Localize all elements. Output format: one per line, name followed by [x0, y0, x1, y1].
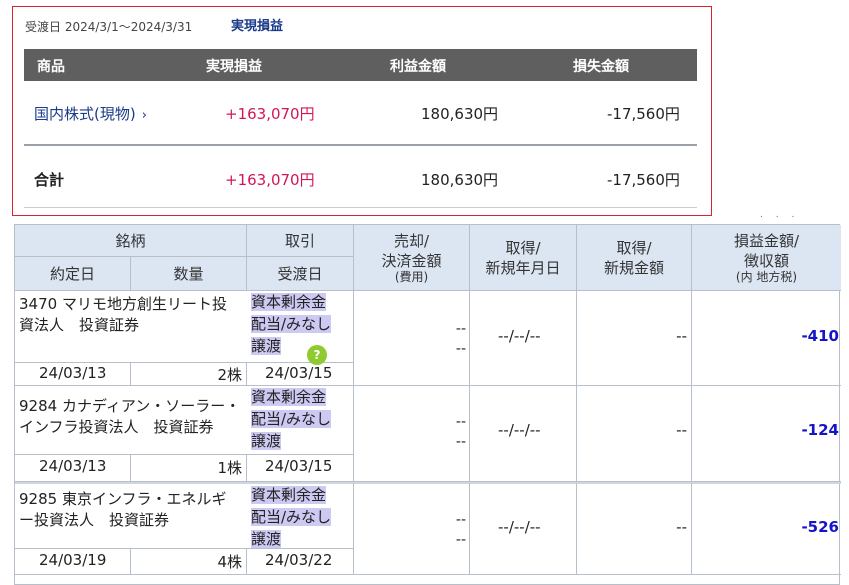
col-acquire-date: 取得/新規年月日 — [470, 225, 577, 291]
acquire-date: --/--/-- — [498, 518, 541, 536]
chevron-right-icon: › — [141, 108, 147, 123]
realized-pl-summary: 受渡日 2024/3/1〜2024/3/31 実現損益 商品 実現損益 利益金額… — [12, 6, 712, 216]
col-torihiki: 取引 — [247, 225, 354, 257]
sale-amount: -- -- — [455, 512, 466, 548]
total-realized: +163,070円 — [225, 171, 315, 189]
transaction-type: 資本剰余金 配当/みなし 譲渡 — [251, 486, 332, 548]
summary-divider — [24, 144, 697, 146]
col-meigara: 銘柄 — [15, 225, 247, 257]
summary-bottom-divider — [24, 207, 697, 208]
col-profit: 利益金額 — [390, 59, 446, 75]
col-acquire-amount: 取得/新規金額 — [577, 225, 692, 291]
table-row-2-trade-date: 24/03/13 — [15, 455, 131, 482]
col-trade-date: 約定日 — [15, 257, 131, 291]
table-row-2-settle-date: 24/03/15 — [247, 455, 354, 482]
table-row-1-qty: 2株 — [131, 363, 247, 386]
table-row-2-acq-date: --/--/-- — [470, 386, 577, 482]
profit-loss-value: -410 — [801, 327, 839, 345]
table-row-1-acq-amount: -- — [577, 291, 692, 386]
table-row-3-pl: -526 — [692, 482, 841, 575]
summary-header: 商品 実現損益 利益金額 損失金額 — [24, 49, 697, 81]
realized-pl-detail-table: 銘柄 取引 売却/決済金額 (費用) 取得/新規年月日 取得/新規金額 損益金額/… — [14, 224, 841, 585]
total-label: 合計 — [34, 171, 65, 189]
table-row-2-acq-amount: -- — [577, 386, 692, 482]
acquire-amount: -- — [676, 327, 687, 345]
transaction-type: 資本剰余金 配当/みなし 譲渡 — [251, 293, 332, 355]
table-row-3-qty: 4株 — [131, 549, 247, 575]
sale-amount: -- -- — [455, 414, 466, 450]
help-icon[interactable]: ? — [307, 345, 327, 365]
period-label: 受渡日 2024/3/1〜2024/3/31 — [25, 20, 193, 34]
domestic-loss: -17,560円 — [607, 105, 680, 123]
acquire-date: --/--/-- — [498, 421, 541, 439]
table-row-1-sale: -- -- — [354, 291, 470, 386]
profit-loss-value: -526 — [801, 518, 839, 536]
transaction-type: 資本剰余金 配当/みなし 譲渡 — [251, 388, 332, 450]
col-settlement-date: 受渡日 — [247, 257, 354, 291]
decorative-dots: . . . — [760, 210, 800, 220]
sale-amount: -- -- — [455, 321, 466, 357]
summary-row-domestic-stock: 国内株式(現物) › +163,070円 180,630円 -17,560円 — [24, 93, 697, 133]
domestic-profit: 180,630円 — [421, 105, 499, 123]
table-row-1-trade-date: 24/03/13 — [15, 363, 131, 386]
col-sale-amount: 売却/決済金額 (費用) — [354, 225, 470, 291]
table-row-3-sale: -- -- — [354, 482, 470, 575]
table-row-3-trade-date: 24/03/19 — [15, 549, 131, 575]
domestic-realized: +163,070円 — [225, 105, 315, 123]
table-row-2-type: 資本剰余金 配当/みなし 譲渡 — [247, 386, 354, 455]
table-row-1-acq-date: --/--/-- — [470, 291, 577, 386]
profit-loss-value: -124 — [801, 421, 839, 439]
table-row-1-type: 資本剰余金 配当/みなし 譲渡 — [247, 291, 354, 363]
table-row-3-settle-date: 24/03/22 — [247, 549, 354, 575]
table-row-3-acq-date: --/--/-- — [470, 482, 577, 575]
table-row-2-pl: -124 — [692, 386, 841, 482]
summary-row-total: 合計 +163,070円 180,630円 -17,560円 — [24, 159, 697, 199]
col-quantity: 数量 — [131, 257, 247, 291]
summary-title: 実現損益 — [231, 19, 284, 34]
domestic-stock-label: 国内株式(現物) — [34, 105, 136, 123]
total-loss: -17,560円 — [607, 171, 680, 189]
total-profit: 180,630円 — [421, 171, 499, 189]
acquire-date: --/--/-- — [498, 327, 541, 345]
acquire-amount: -- — [676, 518, 687, 536]
col-realized: 実現損益 — [206, 59, 262, 75]
table-row-2-sale: -- -- — [354, 386, 470, 482]
table-row-3-type: 資本剰余金 配当/みなし 譲渡 — [247, 482, 354, 549]
domestic-stock-link[interactable]: 国内株式(現物) › — [34, 103, 147, 124]
col-loss: 損失金額 — [573, 59, 629, 75]
acquire-amount: -- — [676, 421, 687, 439]
table-row-3-acq-amount: -- — [577, 482, 692, 575]
table-row-1-settle-date: 24/03/15 — [247, 363, 354, 386]
table-row-2-qty: 1株 — [131, 455, 247, 482]
table-row-1-pl: -410 — [692, 291, 841, 386]
col-profit-loss: 損益金額/徴収額 (内 地方税) — [692, 225, 841, 291]
col-product: 商品 — [37, 59, 65, 75]
